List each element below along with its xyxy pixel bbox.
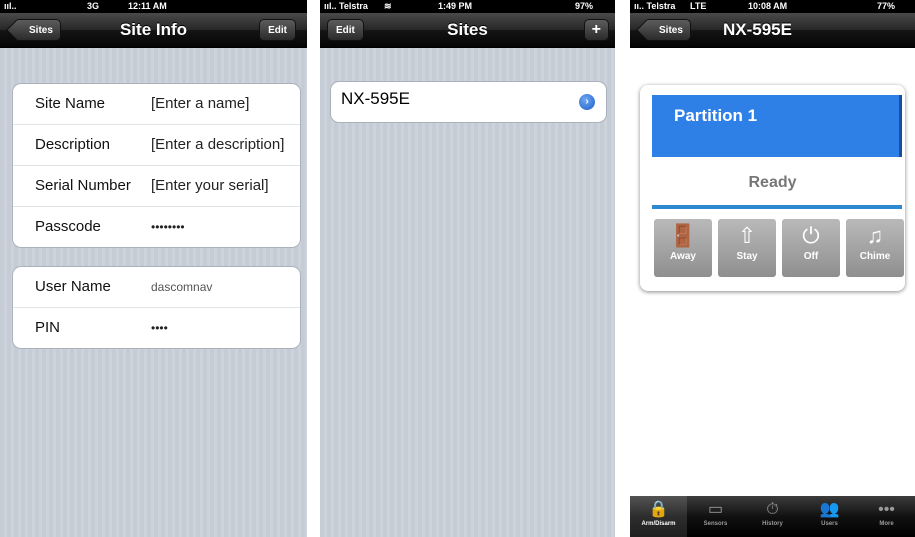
passcode-row[interactable]: Passcode •••••••• (13, 207, 300, 247)
battery-label: 97% (575, 1, 594, 11)
user-name-field[interactable]: dascomnav (151, 280, 212, 294)
site-name-row[interactable]: Site Name [Enter a name] (13, 84, 300, 125)
door-walk-icon: 🚪 (669, 223, 697, 248)
serial-number-row[interactable]: Serial Number [Enter your serial] (13, 166, 300, 207)
signal-indicator: ııl.. (4, 1, 17, 11)
partition-header[interactable]: Partition 1 (652, 95, 902, 157)
disclosure-arrow-icon[interactable]: › (579, 94, 595, 110)
tab-users[interactable]: 👥 Users (801, 496, 858, 537)
credentials-group: User Name dascomnav PIN •••• (12, 266, 301, 349)
tab-bar: 🔒 Arm/Disarm ▭ Sensors ⏱ History 👥 Users… (630, 496, 915, 537)
serial-number-label: Serial Number (35, 177, 131, 194)
more-icon: ••• (878, 501, 895, 518)
sites-screen: ııl.. Telstra ≋ 1:49 PM 97% Edit Sites +… (320, 0, 615, 537)
pin-label: PIN (35, 319, 61, 336)
site-name-field[interactable]: [Enter a name] (151, 95, 249, 112)
status-time: 10:08 AM (748, 1, 788, 11)
add-site-button[interactable]: + (583, 19, 609, 41)
tab-label: More (879, 521, 894, 527)
serial-number-field[interactable]: [Enter your serial] (151, 177, 269, 194)
status-bar-line (652, 205, 902, 209)
tab-label: History (762, 521, 783, 527)
tab-label: Arm/Disarm (641, 521, 676, 527)
page-title: Sites (447, 20, 488, 39)
status-bar: ııl.. Telstra ≋ 1:49 PM 97% (320, 0, 615, 13)
description-row[interactable]: Description [Enter a description] (13, 125, 300, 166)
tab-arm-disarm[interactable]: 🔒 Arm/Disarm (630, 496, 687, 537)
nav-bar: Edit Sites + (320, 13, 615, 48)
tab-label: Users (821, 521, 838, 527)
partition-card: Partition 1 Ready 🚪 Away ⇧ Stay ⏻ Off ♫ … (640, 85, 905, 291)
away-label: Away (670, 251, 696, 262)
stay-label: Stay (736, 251, 758, 262)
music-note-icon: ♫ (866, 223, 884, 248)
user-name-row[interactable]: User Name dascomnav (13, 267, 300, 308)
passcode-label: Passcode (35, 218, 101, 235)
users-icon: 👥 (819, 501, 840, 518)
sensor-icon: ▭ (707, 501, 724, 518)
site-name: NX-595E (341, 89, 410, 108)
off-label: Off (803, 251, 819, 262)
passcode-field[interactable]: •••••••• (151, 220, 185, 234)
off-button[interactable]: ⏻ Off (782, 219, 840, 277)
user-name-label: User Name (35, 278, 111, 295)
edit-button[interactable]: Edit (259, 19, 296, 41)
pin-row[interactable]: PIN •••• (13, 308, 300, 348)
site-list-item[interactable]: NX-595E › (330, 81, 607, 123)
home-arrow-icon: ⇧ (737, 223, 757, 248)
description-label: Description (35, 136, 111, 153)
site-name-label: Site Name (35, 95, 106, 112)
network-label: 3G (87, 1, 100, 11)
site-info-screen: ııl.. 3G 12:11 AM Sites Site Info Edit S… (0, 0, 307, 537)
pin-field[interactable]: •••• (151, 321, 168, 335)
lock-icon: 🔒 (648, 501, 669, 518)
arm-disarm-screen: ıı.. Telstra LTE 10:08 AM 77% Sites NX-5… (630, 0, 915, 537)
description-field[interactable]: [Enter a description] (151, 136, 284, 153)
power-icon: ⏻ (802, 223, 820, 248)
away-button[interactable]: 🚪 Away (654, 219, 712, 277)
carrier-label: ııl.. Telstra (324, 1, 368, 11)
page-title: NX-595E (723, 20, 792, 39)
wifi-icon: ≋ (384, 1, 392, 11)
chime-label: Chime (859, 251, 891, 262)
status-time: 12:11 AM (128, 1, 167, 11)
status-label: Ready (748, 174, 797, 191)
stopwatch-icon: ⏱ (766, 501, 779, 518)
tab-more[interactable]: ••• More (858, 496, 915, 537)
battery-label: 77% (877, 1, 896, 11)
status-time: 1:49 PM (438, 1, 473, 11)
tab-history[interactable]: ⏱ History (744, 496, 801, 537)
status-bar: ıı.. Telstra LTE 10:08 AM 77% (630, 0, 915, 13)
arm-buttons: 🚪 Away ⇧ Stay ⏻ Off ♫ Chime (654, 219, 904, 277)
tab-label: Sensors (703, 521, 728, 527)
stay-button[interactable]: ⇧ Stay (718, 219, 776, 277)
nav-bar: Sites NX-595E (630, 13, 915, 48)
status-bar: ııl.. 3G 12:11 AM (0, 0, 307, 13)
site-details-group: Site Name [Enter a name] Description [En… (12, 83, 301, 248)
chime-button[interactable]: ♫ Chime (846, 219, 904, 277)
nav-bar: Sites Site Info Edit (0, 13, 307, 48)
network-label: LTE (690, 1, 707, 11)
carrier-label: ıı.. Telstra (634, 1, 676, 11)
tab-sensors[interactable]: ▭ Sensors (687, 496, 744, 537)
